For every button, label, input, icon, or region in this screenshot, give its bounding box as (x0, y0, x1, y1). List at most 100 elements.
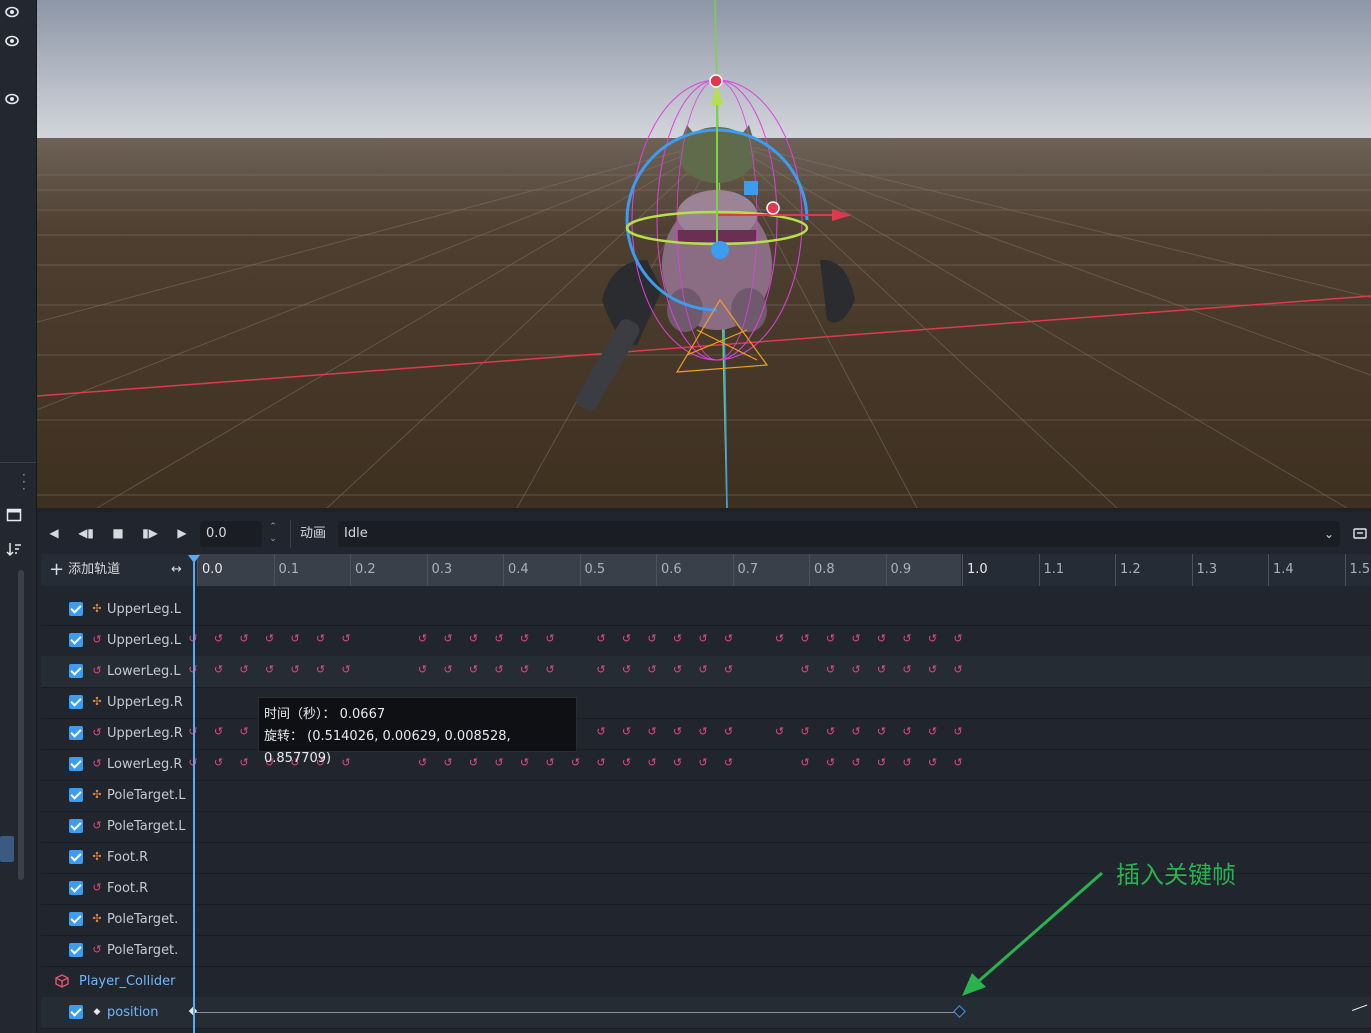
node-row[interactable]: Player_Collider (41, 966, 1371, 998)
track-row[interactable]: ↺ PoleTarget. (41, 935, 1371, 967)
play-backwards-from-end-icon[interactable]: ◀▮ (75, 522, 97, 544)
track-row[interactable]: ✣ PoleTarget.L (41, 780, 1371, 812)
3d-viewport[interactable] (37, 0, 1371, 508)
rotation-keyframe-icon[interactable]: ↺ (494, 664, 504, 676)
rotation-keyframe-icon[interactable]: ↺ (571, 757, 581, 769)
rotation-keyframe-icon[interactable]: ↺ (800, 664, 810, 676)
rotation-keyframe-icon[interactable]: ↺ (800, 726, 810, 738)
track-row[interactable]: ✣ PoleTarget. (41, 904, 1371, 936)
sort-icon[interactable] (6, 541, 22, 557)
rotation-keyframe-icon[interactable]: ↺ (826, 664, 836, 676)
play-icon[interactable]: ▶ (171, 522, 193, 544)
rotation-keyframe-icon[interactable]: ↺ (622, 664, 632, 676)
rotation-keyframe-icon[interactable]: ↺ (647, 757, 657, 769)
rotation-keyframe-icon[interactable]: ↺ (239, 664, 249, 676)
visibility-eye-icon[interactable] (4, 33, 20, 49)
property-track-row[interactable]: ◆ position (41, 997, 1371, 1029)
track-enable-checkbox[interactable] (69, 633, 83, 647)
rotation-keyframe-icon[interactable]: ↺ (622, 726, 632, 738)
rotation-keyframe-icon[interactable]: ↺ (902, 633, 912, 645)
track-enable-checkbox[interactable] (69, 695, 83, 709)
rotation-keyframe-icon[interactable]: ↺ (928, 633, 938, 645)
rotation-keyframe-icon[interactable]: ↺ (290, 664, 300, 676)
rotation-keyframe-icon[interactable]: ↺ (239, 633, 249, 645)
rotation-keyframe-icon[interactable]: ↺ (698, 664, 708, 676)
rotation-keyframe-icon[interactable]: ↺ (698, 633, 708, 645)
rotation-keyframe-icon[interactable]: ↺ (214, 757, 224, 769)
rotation-keyframe-icon[interactable]: ↺ (724, 633, 734, 645)
visibility-eye-icon[interactable] (4, 4, 20, 20)
rotation-keyframe-icon[interactable]: ↺ (775, 633, 785, 645)
rotation-keyframe-icon[interactable]: ↺ (800, 633, 810, 645)
rotation-keyframe-icon[interactable]: ↺ (341, 633, 351, 645)
rotation-keyframe-icon[interactable]: ↺ (851, 664, 861, 676)
track-row[interactable]: ↺UpperLeg.R↺↺↺↺↺↺↺↺↺↺↺↺↺↺↺↺↺ (41, 718, 1371, 750)
animation-menu-icon[interactable] (1353, 526, 1367, 540)
rotation-keyframe-icon[interactable]: ↺ (877, 726, 887, 738)
rotation-keyframe-icon[interactable]: ↺ (596, 664, 606, 676)
rotation-keyframe-icon[interactable]: ↺ (902, 757, 912, 769)
track-enable-checkbox[interactable] (69, 1005, 83, 1019)
rotation-keyframe-icon[interactable]: ↺ (851, 633, 861, 645)
rotation-keyframe-icon[interactable]: ↺ (469, 633, 479, 645)
track-row[interactable]: ↺LowerLeg.R↺↺↺↺↺↺↺↺↺↺↺↺↺↺↺↺↺↺↺↺↺↺↺↺↺↺↺ (41, 749, 1371, 781)
rotation-keyframe-icon[interactable]: ↺ (851, 726, 861, 738)
track-enable-checkbox[interactable] (69, 757, 83, 771)
rotation-keyframe-icon[interactable]: ↺ (877, 757, 887, 769)
track-row[interactable]: ↺ PoleTarget.L (41, 811, 1371, 843)
rotation-keyframe-icon[interactable]: ↺ (265, 664, 275, 676)
rotation-keyframe-icon[interactable]: ↺ (826, 757, 836, 769)
track-enable-checkbox[interactable] (69, 788, 83, 802)
track-enable-checkbox[interactable] (69, 602, 83, 616)
window-icon[interactable] (6, 507, 22, 523)
rotation-keyframe-icon[interactable]: ↺ (928, 726, 938, 738)
rotation-keyframe-icon[interactable]: ↺ (902, 726, 912, 738)
rotation-keyframe-icon[interactable]: ↺ (673, 664, 683, 676)
track-row[interactable]: ↺LowerLeg.L↺↺↺↺↺↺↺↺↺↺↺↺↺↺↺↺↺↺↺↺↺↺↺↺↺↺ (41, 656, 1371, 688)
playhead[interactable] (193, 558, 195, 1033)
rotation-keyframe-icon[interactable]: ↺ (418, 633, 428, 645)
stop-icon[interactable]: ■ (107, 522, 129, 544)
rotation-keyframe-icon[interactable]: ↺ (928, 664, 938, 676)
visibility-eye-icon[interactable] (4, 91, 20, 107)
rotation-keyframe-icon[interactable]: ↺ (596, 726, 606, 738)
rotation-keyframe-icon[interactable]: ↺ (902, 664, 912, 676)
time-spinner[interactable]: ⌃ ⌄ (266, 521, 280, 547)
time-input[interactable]: 0.0 (200, 521, 262, 547)
rotation-keyframe-icon[interactable]: ↺ (239, 726, 249, 738)
rotation-keyframe-icon[interactable]: ↺ (265, 633, 275, 645)
rotation-keyframe-icon[interactable]: ↺ (443, 664, 453, 676)
track-enable-checkbox[interactable] (69, 850, 83, 864)
track-enable-checkbox[interactable] (69, 943, 83, 957)
rotation-keyframe-icon[interactable]: ↺ (851, 757, 861, 769)
rotation-keyframe-icon[interactable]: ↺ (877, 664, 887, 676)
rotation-keyframe-icon[interactable]: ↺ (775, 726, 785, 738)
rotation-keyframe-icon[interactable]: ↺ (596, 633, 606, 645)
timeline-ruler[interactable]: 0.0 0.1 0.2 0.3 0.4 0.5 0.6 0.7 0.8 0.9 … (197, 554, 1371, 586)
rotation-keyframe-icon[interactable]: ↺ (622, 757, 632, 769)
rotation-keyframe-icon[interactable]: ↺ (673, 726, 683, 738)
rotation-keyframe-icon[interactable]: ↺ (622, 633, 632, 645)
rotation-keyframe-icon[interactable]: ↺ (418, 664, 428, 676)
track-enable-checkbox[interactable] (69, 726, 83, 740)
rotation-keyframe-icon[interactable]: ↺ (724, 757, 734, 769)
timeline-zoom-icon[interactable]: ↔ (171, 554, 182, 586)
rotation-keyframe-icon[interactable]: ↺ (698, 757, 708, 769)
rotation-keyframe-icon[interactable]: ↺ (494, 633, 504, 645)
rotation-keyframe-icon[interactable]: ↺ (673, 633, 683, 645)
track-enable-checkbox[interactable] (69, 664, 83, 678)
play-from-start-icon[interactable]: ▮▶ (139, 522, 161, 544)
rotation-keyframe-icon[interactable]: ↺ (647, 633, 657, 645)
rotation-keyframe-icon[interactable]: ↺ (214, 726, 224, 738)
rotation-keyframe-icon[interactable]: ↺ (341, 664, 351, 676)
play-backwards-icon[interactable]: ◀ (43, 522, 65, 544)
track-row[interactable]: ✣ UpperLeg.L (41, 594, 1371, 626)
rotation-keyframe-icon[interactable]: ↺ (545, 633, 555, 645)
track-enable-checkbox[interactable] (69, 881, 83, 895)
rotation-keyframe-icon[interactable]: ↺ (647, 726, 657, 738)
rotation-keyframe-icon[interactable]: ↺ (928, 757, 938, 769)
rotation-keyframe-icon[interactable]: ↺ (239, 757, 249, 769)
rotation-keyframe-icon[interactable]: ↺ (953, 757, 963, 769)
rotation-keyframe-icon[interactable]: ↺ (443, 633, 453, 645)
rotation-keyframe-icon[interactable]: ↺ (953, 664, 963, 676)
